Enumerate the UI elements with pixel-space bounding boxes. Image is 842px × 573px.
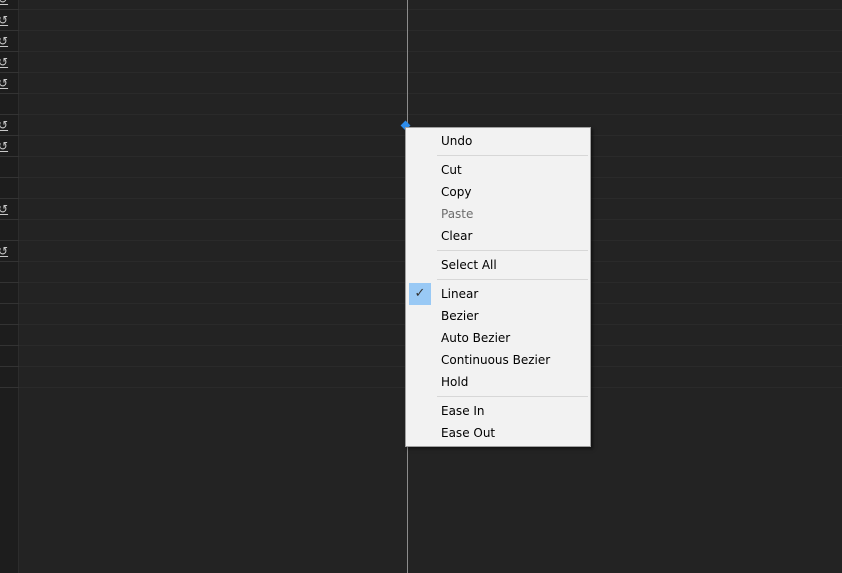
menu-item-auto-bezier[interactable]: Auto Bezier bbox=[408, 327, 588, 349]
menu-item-label: Select All bbox=[441, 258, 497, 272]
menu-item-cut[interactable]: Cut bbox=[408, 159, 588, 181]
reset-icon[interactable]: ↺ bbox=[0, 118, 12, 132]
menu-item-label: Continuous Bezier bbox=[441, 353, 551, 367]
property-row bbox=[0, 178, 19, 199]
property-row: ↺ bbox=[0, 0, 19, 10]
property-row bbox=[0, 304, 19, 325]
menu-item-hold[interactable]: Hold bbox=[408, 371, 588, 393]
menu-separator bbox=[408, 152, 588, 159]
menu-item-label: Clear bbox=[441, 229, 473, 243]
timeline-track-row bbox=[19, 94, 842, 115]
menu-item-linear[interactable]: ✓ Linear bbox=[408, 283, 588, 305]
menu-item-bezier[interactable]: Bezier bbox=[408, 305, 588, 327]
timeline-track-row bbox=[19, 0, 842, 10]
reset-icon[interactable]: ↺ bbox=[0, 76, 12, 90]
timeline-track-row bbox=[19, 52, 842, 73]
menu-item-label: Paste bbox=[441, 207, 474, 221]
property-row bbox=[0, 157, 19, 178]
menu-item-label: Copy bbox=[441, 185, 472, 199]
property-row: ↺ bbox=[0, 115, 19, 136]
timeline-track-row bbox=[19, 10, 842, 31]
property-row: ↺ bbox=[0, 31, 19, 52]
reset-icon[interactable]: ↺ bbox=[0, 202, 12, 216]
property-row bbox=[0, 94, 19, 115]
menu-item-ease-in[interactable]: Ease In bbox=[408, 400, 588, 422]
menu-item-undo[interactable]: Undo bbox=[408, 130, 588, 152]
reset-icon[interactable]: ↺ bbox=[0, 34, 12, 48]
property-row bbox=[0, 325, 19, 346]
property-row: ↺ bbox=[0, 241, 19, 262]
menu-item-label: Auto Bezier bbox=[441, 331, 511, 345]
menu-item-label: Hold bbox=[441, 375, 469, 389]
menu-separator bbox=[408, 393, 588, 400]
property-row: ↺ bbox=[0, 199, 19, 220]
property-row: ↺ bbox=[0, 10, 19, 31]
checkmark-icon: ✓ bbox=[409, 283, 431, 305]
reset-icon[interactable]: ↺ bbox=[0, 0, 12, 6]
menu-item-label: Ease In bbox=[441, 404, 485, 418]
reset-icon[interactable]: ↺ bbox=[0, 244, 12, 258]
timeline-track-row bbox=[19, 73, 842, 94]
menu-item-copy[interactable]: Copy bbox=[408, 181, 588, 203]
menu-separator bbox=[408, 276, 588, 283]
menu-item-ease-out[interactable]: Ease Out bbox=[408, 422, 588, 444]
property-row bbox=[0, 283, 19, 304]
reset-icon[interactable]: ↺ bbox=[0, 55, 12, 69]
property-row bbox=[0, 367, 19, 388]
menu-item-label: Linear bbox=[441, 287, 479, 301]
property-row: ↺ bbox=[0, 136, 19, 157]
reset-icon[interactable]: ↺ bbox=[0, 139, 12, 153]
timeline-track-row bbox=[19, 31, 842, 52]
property-row: ↺ bbox=[0, 52, 19, 73]
property-row bbox=[0, 346, 19, 367]
menu-separator bbox=[408, 247, 588, 254]
menu-item-continuous-bezier[interactable]: Continuous Bezier bbox=[408, 349, 588, 371]
menu-item-paste[interactable]: Paste bbox=[408, 203, 588, 225]
menu-item-label: Bezier bbox=[441, 309, 479, 323]
reset-icon[interactable]: ↺ bbox=[0, 13, 12, 27]
menu-item-label: Undo bbox=[441, 134, 473, 148]
property-row: ↺ bbox=[0, 73, 19, 94]
keyframe-context-menu: Undo Cut Copy Paste Clear Select All ✓ Linear Be… bbox=[405, 127, 591, 447]
menu-item-clear[interactable]: Clear bbox=[408, 225, 588, 247]
menu-item-label: Cut bbox=[441, 163, 462, 177]
property-row bbox=[0, 262, 19, 283]
menu-item-select-all[interactable]: Select All bbox=[408, 254, 588, 276]
menu-item-label: Ease Out bbox=[441, 426, 496, 440]
property-row bbox=[0, 220, 19, 241]
